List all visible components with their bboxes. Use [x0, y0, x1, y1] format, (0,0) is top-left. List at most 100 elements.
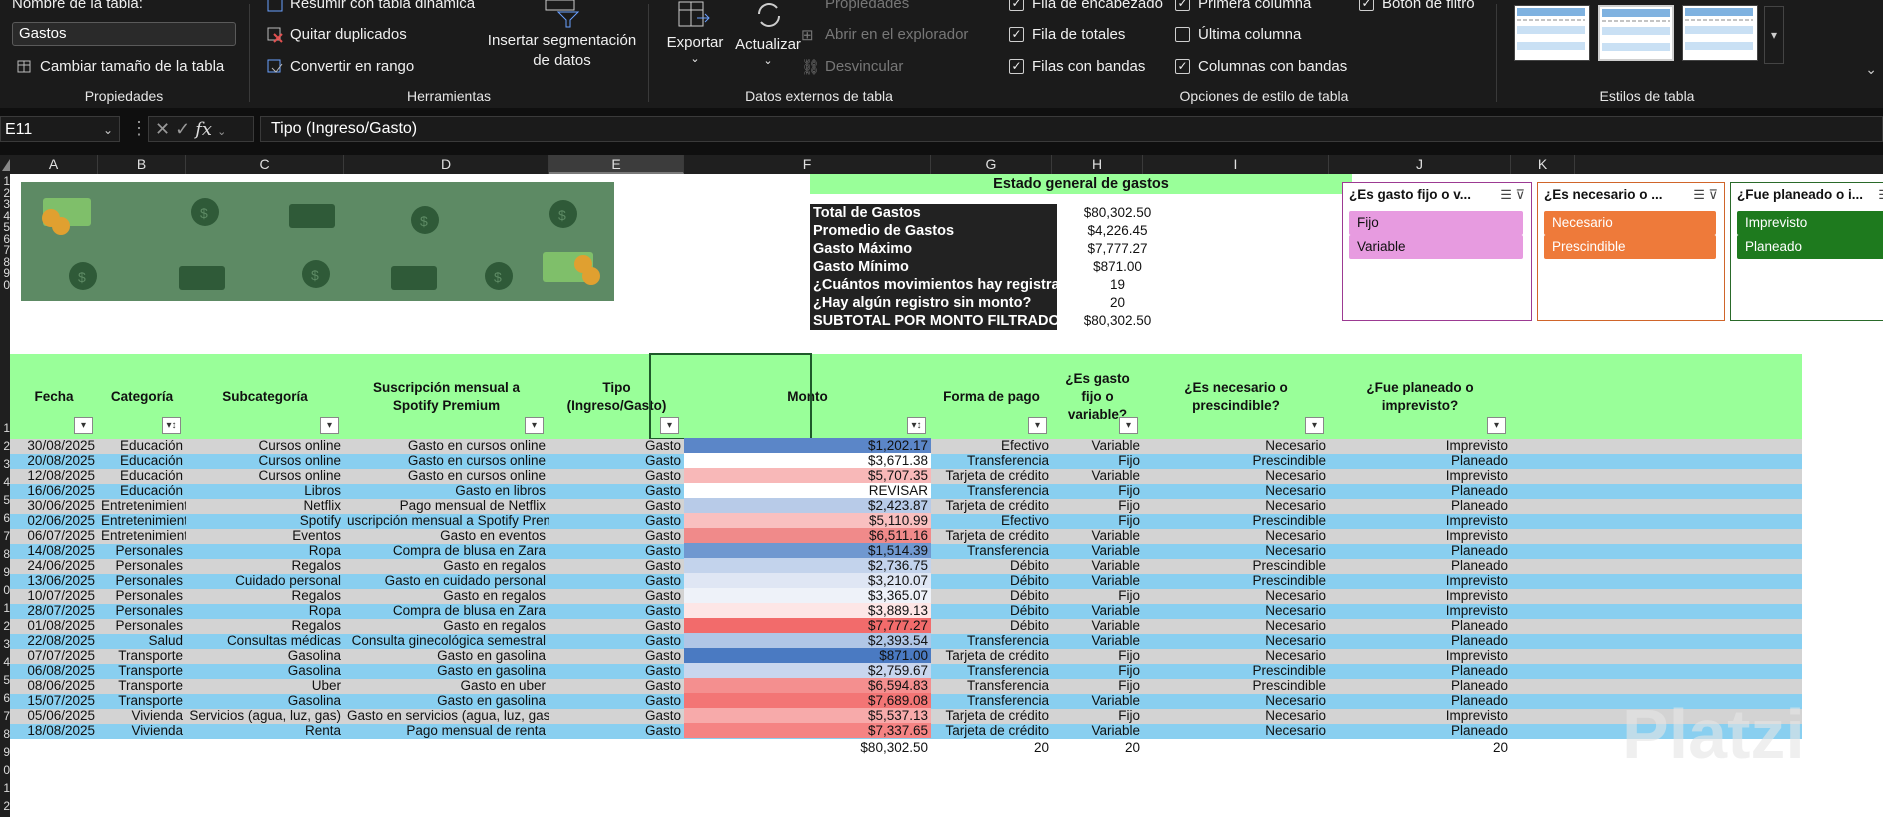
table-cell[interactable]: Fijo: [1052, 453, 1143, 468]
table-cell[interactable]: Prescindible: [1143, 558, 1329, 573]
table-cell[interactable]: Vivienda: [98, 723, 186, 738]
table-cell[interactable]: Personales: [98, 573, 186, 588]
table-cell[interactable]: Compra de blusa en Zara: [344, 543, 549, 558]
confirm-icon[interactable]: ✓: [175, 119, 190, 139]
column-header-g[interactable]: G: [931, 155, 1052, 174]
table-cell[interactable]: Efectivo: [931, 438, 1052, 453]
table-cell[interactable]: $1,202.17: [684, 438, 931, 453]
table-cell[interactable]: Cursos online: [186, 438, 344, 453]
table-cell[interactable]: Eventos: [186, 528, 344, 543]
table-cell[interactable]: Tarjeta de crédito: [931, 708, 1052, 723]
table-cell[interactable]: $2,423.87: [684, 498, 931, 513]
table-cell[interactable]: Gasto en servicios (agua, luz, gas): [344, 708, 549, 723]
table-cell[interactable]: Spotify: [186, 513, 344, 528]
table-cell[interactable]: 14/08/2025: [10, 543, 98, 558]
row-number[interactable]: 5: [0, 493, 10, 507]
table-cell[interactable]: Fijo: [1052, 708, 1143, 723]
table-cell[interactable]: Gasto: [549, 708, 684, 723]
table-cell[interactable]: Imprevisto: [1329, 648, 1511, 663]
table-cell[interactable]: Débito: [931, 558, 1052, 573]
table-cell[interactable]: Fijo: [1052, 663, 1143, 678]
column-header-i[interactable]: I: [1143, 155, 1329, 174]
table-cell[interactable]: Uber: [186, 678, 344, 693]
fx-icon[interactable]: fx: [195, 119, 212, 140]
banded-rows-checkbox[interactable]: ✓ Filas con bandas: [1009, 58, 1145, 75]
table-cell[interactable]: 15/07/2025: [10, 693, 98, 708]
table-cell[interactable]: Regalos: [186, 618, 344, 633]
table-cell[interactable]: $6,511.16: [684, 528, 931, 543]
table-cell[interactable]: Personales: [98, 543, 186, 558]
table-cell[interactable]: Gasto: [549, 453, 684, 468]
table-cell[interactable]: Ropa: [186, 603, 344, 618]
table-cell[interactable]: 06/07/2025: [10, 528, 98, 543]
insert-slicer-button[interactable]: Insertar segmentación de datos: [482, 0, 642, 78]
table-cell[interactable]: 18/08/2025: [10, 723, 98, 738]
row-number[interactable]: 3: [0, 637, 10, 651]
table-cell[interactable]: Necesario: [1143, 618, 1329, 633]
table-cell[interactable]: $3,365.07: [684, 588, 931, 603]
table-cell[interactable]: 22/08/2025: [10, 633, 98, 648]
table-cell[interactable]: Transferencia: [931, 678, 1052, 693]
table-cell[interactable]: Libros: [186, 483, 344, 498]
cancel-icon[interactable]: ✕: [155, 119, 170, 139]
column-header-h[interactable]: H: [1052, 155, 1143, 174]
table-cell[interactable]: Planeado: [1329, 483, 1511, 498]
table-cell[interactable]: Variable: [1052, 543, 1143, 558]
table-cell[interactable]: Transporte: [98, 678, 186, 693]
table-cell[interactable]: Variable: [1052, 573, 1143, 588]
slicer-item[interactable]: Prescindible: [1544, 235, 1716, 259]
table-cell[interactable]: Gasto: [549, 498, 684, 513]
table-cell[interactable]: Gasto en cursos online: [344, 453, 549, 468]
table-cell[interactable]: Imprevisto: [1329, 708, 1511, 723]
table-cell[interactable]: Educación: [98, 483, 186, 498]
row-number[interactable]: 4: [0, 475, 10, 489]
table-cell[interactable]: Imprevisto: [1329, 513, 1511, 528]
table-cell[interactable]: Gasto: [549, 573, 684, 588]
table-cell[interactable]: 06/08/2025: [10, 663, 98, 678]
table-cell[interactable]: Variable: [1052, 693, 1143, 708]
table-cell[interactable]: Gasto en gasolina: [344, 663, 549, 678]
table-cell[interactable]: Fijo: [1052, 678, 1143, 693]
table-cell[interactable]: Salud: [98, 633, 186, 648]
table-cell[interactable]: 02/06/2025: [10, 513, 98, 528]
row-number[interactable]: 1: [0, 421, 10, 435]
table-cell[interactable]: Gasto en eventos: [344, 528, 549, 543]
table-cell[interactable]: $3,671.38: [684, 453, 931, 468]
table-cell[interactable]: Gasolina: [186, 693, 344, 708]
table-cell[interactable]: Fijo: [1052, 498, 1143, 513]
convert-to-range-button[interactable]: Convertir en rango: [266, 58, 414, 76]
table-cell[interactable]: Gasto en libros: [344, 483, 549, 498]
table-cell[interactable]: Gasto: [549, 438, 684, 453]
row-number[interactable]: 1: [0, 601, 10, 615]
table-cell[interactable]: Renta: [186, 723, 344, 738]
table-cell[interactable]: Necesario: [1143, 483, 1329, 498]
table-cell[interactable]: Variable: [1052, 618, 1143, 633]
table-cell[interactable]: Variable: [1052, 633, 1143, 648]
table-cell[interactable]: 07/07/2025: [10, 648, 98, 663]
table-cell[interactable]: Pago mensual de Netflix: [344, 498, 549, 513]
row-number[interactable]: 9: [0, 565, 10, 579]
table-cell[interactable]: Educación: [98, 453, 186, 468]
table-style-option-1[interactable]: [1514, 5, 1590, 61]
table-cell[interactable]: Consulta ginecológica semestral: [344, 633, 549, 648]
filter-dropdown-icon[interactable]: ▾↕: [162, 417, 181, 434]
table-cell[interactable]: Gasto: [549, 663, 684, 678]
last-column-checkbox[interactable]: Última columna: [1175, 26, 1301, 43]
slicer-filter-icon[interactable]: ☰ ⊽: [1500, 187, 1525, 203]
table-cell[interactable]: Transferencia: [931, 483, 1052, 498]
table-cell[interactable]: Planeado: [1329, 633, 1511, 648]
row-number[interactable]: 8: [0, 547, 10, 561]
table-cell[interactable]: $7,777.27: [684, 618, 931, 633]
table-cell[interactable]: 12/08/2025: [10, 468, 98, 483]
header-row-checkbox[interactable]: ✓ Fila de encabezado: [1009, 0, 1163, 12]
table-cell[interactable]: Necesario: [1143, 708, 1329, 723]
table-cell[interactable]: Necesario: [1143, 693, 1329, 708]
table-cell[interactable]: Netflix: [186, 498, 344, 513]
table-cell[interactable]: Prescindible: [1143, 678, 1329, 693]
table-cell[interactable]: Transporte: [98, 663, 186, 678]
select-all-icon[interactable]: [2, 159, 10, 171]
row-number[interactable]: 8: [0, 727, 10, 741]
table-cell[interactable]: Necesario: [1143, 543, 1329, 558]
table-cell[interactable]: Efectivo: [931, 513, 1052, 528]
styles-more-button[interactable]: ▾: [1764, 6, 1784, 64]
